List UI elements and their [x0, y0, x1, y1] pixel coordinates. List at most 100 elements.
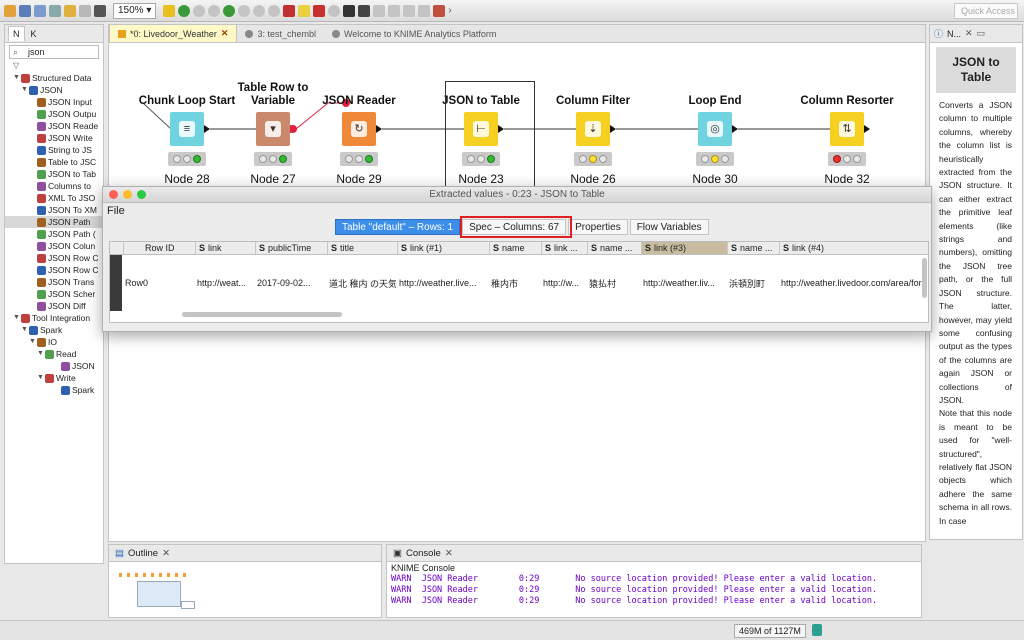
output-icon[interactable]: [343, 4, 356, 17]
expand-icon[interactable]: ▼: [13, 312, 21, 324]
tree-item[interactable]: String to JS: [5, 144, 103, 156]
tree-item[interactable]: JSON Reade: [5, 120, 103, 132]
table-cell[interactable]: 2017-09-02...: [254, 278, 326, 288]
column-header[interactable]: Slink: [196, 242, 256, 254]
table-cell[interactable]: http://weather.liv...: [640, 278, 726, 288]
table-cell[interactable]: Row0: [122, 278, 194, 288]
tree-item[interactable]: XML To JSO: [5, 192, 103, 204]
execute-icon[interactable]: [178, 4, 191, 17]
column-header[interactable]: Row ID: [124, 242, 196, 254]
layout-icon[interactable]: [358, 4, 371, 17]
close-icon[interactable]: ✕: [965, 28, 973, 39]
tree-item[interactable]: ▼ Structured Data: [5, 72, 103, 84]
console-title[interactable]: Console: [406, 545, 441, 562]
tree-item[interactable]: ▼ IO: [5, 336, 103, 348]
tree-item[interactable]: JSON Scher: [5, 288, 103, 300]
column-header[interactable]: Sname ...: [588, 242, 642, 254]
column-header[interactable]: Slink (#3): [642, 242, 728, 254]
column-header[interactable]: Sname: [490, 242, 542, 254]
more-icon[interactable]: ›: [448, 5, 451, 16]
table-cell[interactable]: 稚内市: [488, 277, 540, 290]
node-body[interactable]: ⇣: [576, 112, 610, 146]
tree-item[interactable]: ▼ Read: [5, 348, 103, 360]
tree-item[interactable]: JSON to Tab: [5, 168, 103, 180]
table-cell[interactable]: http://w...: [540, 278, 586, 288]
editor-tab[interactable]: 3: test_chembl: [237, 26, 324, 42]
tree-item[interactable]: JSON Trans: [5, 276, 103, 288]
tree-item[interactable]: JSON Path: [5, 216, 103, 228]
minimize-icon[interactable]: ▭: [977, 28, 986, 39]
garbage-collect-icon[interactable]: [812, 624, 822, 636]
outline-thumbnail[interactable]: [119, 571, 201, 611]
tree-item[interactable]: Spark: [5, 384, 103, 396]
workflow-node[interactable]: JSON Reader ↻ Node 29: [309, 80, 409, 186]
expand-icon[interactable]: ▼: [37, 372, 45, 384]
dialog-tab[interactable]: Flow Variables: [629, 219, 709, 235]
expand-icon[interactable]: ▼: [13, 72, 21, 84]
tree-item[interactable]: JSON: [5, 360, 103, 372]
tree-item[interactable]: ▼ Tool Integration: [5, 312, 103, 324]
table-cell[interactable]: http://weather.livedoor.com/area/fore: [778, 278, 928, 288]
close-icon[interactable]: ✕: [162, 545, 170, 562]
filter-icon[interactable]: ▽: [5, 61, 103, 72]
node-body[interactable]: ↻: [342, 112, 376, 146]
tree-item[interactable]: JSON Row C: [5, 264, 103, 276]
node-body[interactable]: ⇅: [830, 112, 864, 146]
expand-icon[interactable]: ▼: [21, 84, 29, 96]
workflow-node[interactable]: Loop End ◎ Node 30: [665, 80, 765, 186]
horizontal-scrollbar[interactable]: [182, 312, 342, 317]
tree-item[interactable]: JSON Diff: [5, 300, 103, 312]
search-icon[interactable]: [328, 4, 341, 17]
tree-item[interactable]: Columns to: [5, 180, 103, 192]
table-cell[interactable]: http://weather.live...: [396, 278, 488, 288]
node-body[interactable]: ▾: [256, 112, 290, 146]
memory-indicator[interactable]: 469M of 1127M: [734, 624, 806, 638]
tree-item[interactable]: ▼ JSON: [5, 84, 103, 96]
table-cell[interactable]: 道北 稚内 の天気: [326, 277, 396, 290]
tree-item[interactable]: ▼ Spark: [5, 324, 103, 336]
close-icon[interactable]: ✕: [445, 545, 453, 562]
minimize-window-button[interactable]: [123, 190, 132, 199]
annotation-icon[interactable]: [298, 4, 311, 17]
connect-icon[interactable]: [373, 4, 386, 17]
editor-tab[interactable]: *0: Livedoor_Weather ✕: [109, 24, 238, 42]
save-all-icon[interactable]: [49, 4, 61, 17]
disconnect-icon[interactable]: [388, 4, 401, 17]
tab-node-repository[interactable]: N: [8, 26, 25, 41]
tree-item[interactable]: JSON Path (: [5, 228, 103, 240]
tree-item[interactable]: JSON Row C: [5, 252, 103, 264]
vertical-scrollbar[interactable]: [922, 258, 927, 298]
column-header[interactable]: Slink ...: [542, 242, 588, 254]
workflow-node[interactable]: Column Filter ⇣ Node 26: [543, 80, 643, 186]
expand-icon[interactable]: ▼: [37, 348, 45, 360]
redo-icon[interactable]: [79, 4, 91, 17]
tab-node-description[interactable]: N...: [947, 29, 961, 39]
dialog-tab[interactable]: Table "default" – Rows: 1: [335, 219, 461, 235]
repository-search-input[interactable]: ⌕ json: [9, 45, 99, 59]
resume-icon[interactable]: [223, 4, 236, 17]
tree-item[interactable]: Table to JSC: [5, 156, 103, 168]
dialog-tab[interactable]: Properties: [568, 219, 628, 235]
tree-item[interactable]: JSON Write: [5, 132, 103, 144]
expand-icon[interactable]: ▼: [21, 324, 29, 336]
up-icon[interactable]: [403, 4, 416, 17]
new-icon[interactable]: [4, 4, 16, 17]
column-header[interactable]: Sname ...: [728, 242, 780, 254]
undo-icon[interactable]: [64, 4, 76, 17]
close-tab-icon[interactable]: ✕: [221, 28, 229, 39]
execute-all-icon[interactable]: [193, 4, 206, 17]
window-titlebar[interactable]: Extracted values - 0:23 - JSON to Table: [103, 187, 931, 203]
configure-icon[interactable]: [163, 4, 176, 17]
maximize-window-button[interactable]: [137, 190, 146, 199]
tree-item[interactable]: JSON To XM: [5, 204, 103, 216]
table-row[interactable]: Row0 http://weat... 2017-09-02... 道北 稚内 の天気…: [110, 255, 928, 311]
cancel-all-icon[interactable]: [253, 4, 266, 17]
row-selector[interactable]: [110, 255, 122, 311]
workflow-node[interactable]: Table Row to Variable ▾ Node 27: [223, 80, 323, 186]
execute-step-icon[interactable]: [208, 4, 221, 17]
tab-kn[interactable]: K: [31, 29, 37, 39]
column-header[interactable]: Slink (#4): [780, 242, 928, 254]
grid-icon[interactable]: [94, 4, 106, 17]
column-header[interactable]: Stitle: [328, 242, 398, 254]
column-header[interactable]: Slink (#1): [398, 242, 490, 254]
